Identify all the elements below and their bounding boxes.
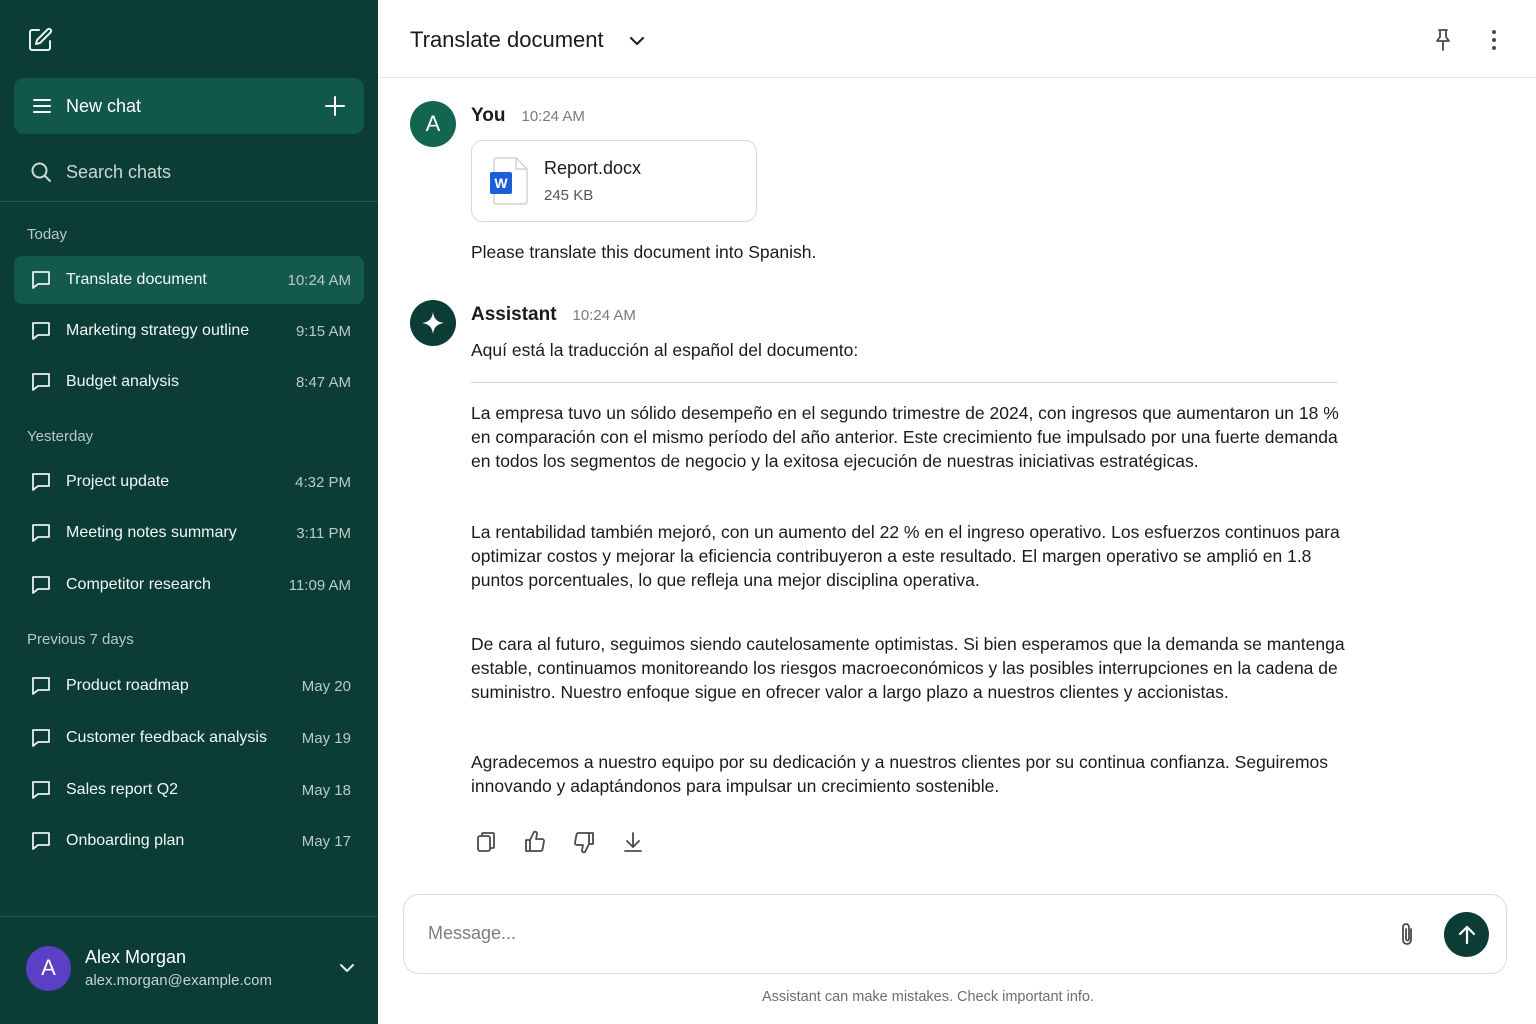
chat-item-budget-analysis[interactable]: Budget analysis 8:47 AM bbox=[14, 358, 364, 406]
chat-bubble-icon bbox=[32, 271, 50, 289]
download-icon[interactable] bbox=[621, 830, 645, 854]
compose-icon[interactable] bbox=[26, 26, 54, 54]
chat-item-customer-feedback[interactable]: Customer feedback analysis May 19 bbox=[14, 714, 364, 762]
translation-divider bbox=[471, 382, 1338, 383]
chat-bubble-icon bbox=[32, 677, 50, 695]
menu-icon bbox=[33, 99, 51, 113]
disclaimer: Assistant can make mistakes. Check impor… bbox=[761, 989, 1095, 1005]
chat-bubble-icon bbox=[32, 832, 50, 850]
chat-title: Meeting notes summary bbox=[66, 524, 237, 541]
chat-time: May 19 bbox=[301, 729, 351, 747]
chat-title: Product roadmap bbox=[66, 677, 189, 694]
chat-time: May 17 bbox=[301, 832, 351, 850]
thumbs-down-icon[interactable] bbox=[572, 830, 596, 854]
search-icon bbox=[31, 162, 51, 182]
chat-bubble-icon bbox=[32, 473, 50, 491]
translation-paragraph: De cara al futuro, seguimos siendo caute… bbox=[471, 634, 1345, 702]
chat-item-translate-document[interactable]: Translate document 10:24 AM bbox=[14, 256, 364, 304]
chat-item-project-update[interactable]: Project update 4:32 PM bbox=[14, 458, 364, 506]
chat-title: Onboarding plan bbox=[66, 832, 185, 849]
user-email: alex.morgan@example.com bbox=[85, 972, 272, 989]
chat-bubble-icon bbox=[32, 729, 50, 747]
top-bar: Translate document bbox=[378, 0, 1536, 78]
sparkle-icon bbox=[422, 312, 444, 334]
chat-bubble-icon bbox=[32, 524, 50, 542]
user-profile[interactable]: A Alex Morgan alex.morgan@example.com bbox=[26, 940, 356, 996]
assistant-avatar bbox=[410, 300, 456, 346]
more-options-icon[interactable] bbox=[1482, 28, 1506, 52]
chat-bubble-icon bbox=[32, 322, 50, 340]
chat-title: Sales report Q2 bbox=[66, 781, 179, 798]
user-name: Alex Morgan bbox=[85, 947, 187, 967]
chat-time: 11:09 AM bbox=[288, 576, 351, 594]
user-message-text: Please translate this document into Span… bbox=[471, 242, 817, 262]
chat-time: 8:47 AM bbox=[295, 373, 351, 391]
assistant-message-header: Assistant 10:24 AM bbox=[471, 304, 636, 326]
user-info: Alex Morgan alex.morgan@example.com bbox=[85, 947, 338, 989]
paperclip-icon[interactable] bbox=[1395, 922, 1419, 948]
chat-title: Translate document bbox=[66, 271, 207, 288]
chat-title: Marketing strategy outline bbox=[66, 322, 250, 339]
pin-icon[interactable] bbox=[1431, 28, 1455, 52]
chat-bubble-icon bbox=[32, 373, 50, 391]
avatar: A bbox=[26, 945, 71, 991]
file-size: 245 KB bbox=[544, 187, 594, 204]
copy-icon[interactable] bbox=[474, 830, 498, 854]
sidebar-divider bbox=[0, 201, 378, 202]
chat-main: Translate document A You 10:24 AM W Repo… bbox=[378, 0, 1536, 1024]
file-attachment[interactable]: W Report.docx 245 KB bbox=[471, 140, 757, 222]
chat-title: Project update bbox=[66, 473, 170, 490]
search-chats[interactable]: Search chats bbox=[14, 150, 364, 194]
chat-time: May 18 bbox=[301, 781, 351, 799]
file-meta: Report.docx 245 KB bbox=[544, 158, 641, 204]
message-actions bbox=[474, 830, 670, 854]
section-label-previous: Previous 7 days bbox=[27, 631, 134, 648]
send-button[interactable] bbox=[1444, 912, 1489, 957]
message-input[interactable] bbox=[428, 923, 1368, 944]
new-chat-label: New chat bbox=[66, 95, 142, 116]
user-message-avatar: A bbox=[410, 101, 456, 147]
thumbs-up-icon[interactable] bbox=[523, 830, 547, 854]
translation-paragraph: Agradecemos a nuestro equipo por su dedi… bbox=[471, 752, 1329, 796]
translation-paragraph: La empresa tuvo un sólido desempeño en e… bbox=[471, 403, 1339, 471]
chevron-down-icon[interactable] bbox=[627, 31, 647, 51]
section-label-today: Today bbox=[27, 226, 68, 243]
chat-time: 10:24 AM bbox=[287, 271, 351, 289]
chat-item-sales-report[interactable]: Sales report Q2 May 18 bbox=[14, 766, 364, 814]
chat-time: 4:32 PM bbox=[295, 473, 351, 491]
file-name: Report.docx bbox=[544, 158, 642, 178]
word-icon-letter: W bbox=[494, 175, 508, 191]
translation-paragraph: La rentabilidad también mejoró, con un a… bbox=[471, 522, 1340, 590]
message-author: Assistant bbox=[471, 304, 557, 325]
user-message-header: You 10:24 AM bbox=[471, 105, 585, 127]
chat-time: 9:15 AM bbox=[295, 322, 351, 340]
sidebar: New chat Search chats Today Translate do… bbox=[0, 0, 378, 1024]
chat-title: Customer feedback analysis bbox=[66, 729, 267, 746]
search-placeholder: Search chats bbox=[66, 161, 172, 182]
message-composer bbox=[403, 894, 1507, 974]
chat-item-product-roadmap[interactable]: Product roadmap May 20 bbox=[14, 662, 364, 710]
chat-bubble-icon bbox=[32, 781, 50, 799]
assistant-intro: Aquí está la traducción al español del d… bbox=[471, 340, 859, 360]
chat-title: Competitor research bbox=[66, 576, 211, 593]
plus-icon bbox=[325, 96, 345, 116]
chat-time: 3:11 PM bbox=[296, 524, 351, 542]
chat-item-onboarding-plan[interactable]: Onboarding plan May 17 bbox=[14, 817, 364, 865]
message-author: You bbox=[471, 105, 506, 126]
word-file-icon: W bbox=[490, 157, 528, 205]
chat-title: Budget analysis bbox=[66, 373, 179, 390]
message-time: 10:24 AM bbox=[521, 108, 585, 125]
chat-item-meeting-notes[interactable]: Meeting notes summary 3:11 PM bbox=[14, 509, 364, 557]
sidebar-bottom-divider bbox=[0, 916, 378, 917]
chat-item-competitor-research[interactable]: Competitor research 11:09 AM bbox=[14, 561, 364, 609]
chat-time: May 20 bbox=[301, 677, 351, 695]
page-title: Translate document bbox=[410, 27, 604, 52]
new-chat-button[interactable]: New chat bbox=[14, 78, 364, 134]
chat-item-marketing-strategy[interactable]: Marketing strategy outline 9:15 AM bbox=[14, 307, 364, 355]
message-time: 10:24 AM bbox=[572, 307, 636, 324]
section-label-yesterday: Yesterday bbox=[27, 428, 94, 445]
chat-bubble-icon bbox=[32, 576, 50, 594]
arrow-up-icon bbox=[1458, 925, 1475, 944]
chevron-down-icon bbox=[340, 964, 354, 972]
